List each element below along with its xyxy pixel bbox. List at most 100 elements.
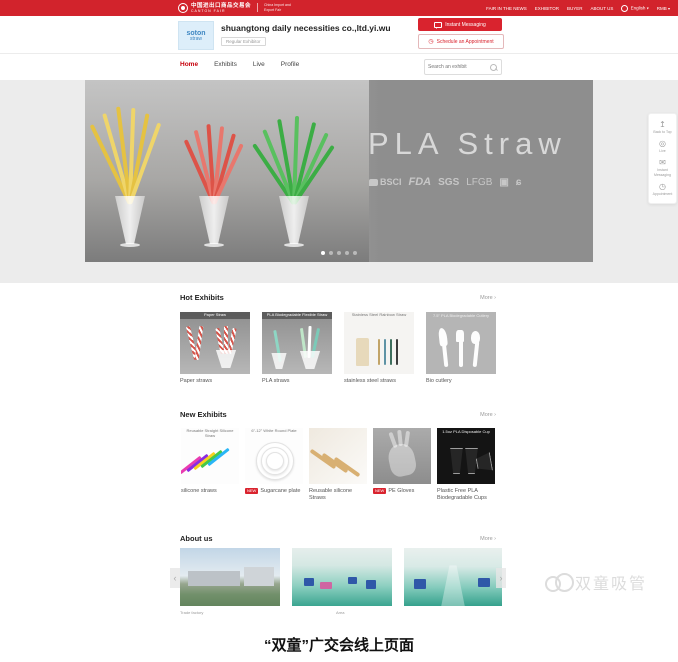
logo-english-text: CANTON FAIR <box>191 9 251 13</box>
product-caption: Paper straws <box>180 378 250 385</box>
about-photo-workshop-1[interactable] <box>292 548 392 606</box>
product-caption: Reusable silicone Straws <box>309 488 367 502</box>
appointment-sidebar-button[interactable]: ◷ Appointment <box>652 180 674 199</box>
product-overlay-title: 7.5" PLA Biodegradable Cutlery <box>426 314 496 319</box>
company-logo-text-bottom: straw <box>190 37 202 42</box>
live-button[interactable]: ◎ Live <box>658 137 667 156</box>
glass-cup <box>113 196 147 244</box>
clock-icon: ◷ <box>659 183 666 191</box>
carousel-dot[interactable] <box>329 251 333 255</box>
product-card-silicone-straw[interactable]: Reusable Straight Silicone Straw silicon… <box>181 428 239 502</box>
instant-messaging-button[interactable]: Instant Messaging <box>418 18 502 31</box>
glass-cup <box>277 196 311 244</box>
chevron-down-icon: ▾ <box>647 5 649 10</box>
about-us-more-link[interactable]: More › <box>480 536 496 542</box>
product-overlay-title: 6"-12" White Round Plate <box>245 429 303 434</box>
carousel-dot[interactable] <box>345 251 349 255</box>
search-input[interactable] <box>425 64 490 70</box>
straw-glass-red <box>197 98 267 248</box>
product-image: 7.5" PLA Biodegradable Cutlery <box>426 312 496 374</box>
straw-glass-green <box>277 98 347 248</box>
currency-selector[interactable]: RMB ▾ <box>657 6 670 11</box>
canton-fair-booth-page: 中国进出口商品交易会 CANTON FAIR China Import and … <box>0 0 678 662</box>
exhibitor-badge: Regular Exhibitor <box>221 37 266 46</box>
product-card-pla-straw[interactable]: PLA Biodegradable Flexible Straw PLA str… <box>262 312 332 385</box>
glass-cup <box>197 196 231 244</box>
glass-foot <box>120 243 140 247</box>
canton-fair-logo[interactable]: 中国进出口商品交易会 CANTON FAIR China Import and … <box>178 3 291 13</box>
glass-cup <box>214 350 238 368</box>
cert-bsci: BSCI <box>369 177 402 187</box>
carousel-dot[interactable] <box>353 251 357 255</box>
instant-messaging-sidebar-button[interactable]: ✉ Instant Messaging <box>649 156 676 179</box>
topbar-menu-exhibitor[interactable]: EXHIBITOR <box>535 6 559 11</box>
nav-tab-live[interactable]: Live <box>253 61 265 68</box>
new-exhibits-more-link[interactable]: More › <box>480 412 496 418</box>
carousel-dots <box>321 251 357 255</box>
back-to-top-button[interactable]: ↥ Back to Top <box>652 118 672 137</box>
instant-messaging-label: Instant Messaging <box>445 22 486 28</box>
product-card-cutlery[interactable]: 7.5" PLA Biodegradable Cutlery Bio cutle… <box>426 312 496 385</box>
search-icon[interactable] <box>490 64 497 71</box>
hot-exhibits-section: Hot Exhibits More › Paper Straw Paper st… <box>0 283 678 398</box>
cert-fda: FDA <box>409 176 432 188</box>
certification-logos: BSCI FDA SGS LFGB <box>369 176 521 188</box>
hero-banner[interactable]: PLA Straw BSCI FDA SGS LFGB <box>85 80 593 262</box>
about-us-title: About us <box>180 534 213 543</box>
about-photo-caption: Trade factory <box>180 610 203 615</box>
schedule-appointment-button[interactable]: ◷ Schedule an Appointment <box>418 34 504 49</box>
carousel-left-arrow[interactable]: ‹ <box>170 568 180 588</box>
carousel-dot[interactable] <box>321 251 325 255</box>
product-card-paper-straw[interactable]: Paper Straw Paper straws <box>180 312 250 385</box>
chat-icon <box>434 22 442 28</box>
new-exhibits-section: New Exhibits More › Reusable Straight Si… <box>0 398 678 518</box>
nav-tab-exhibits[interactable]: Exhibits <box>214 61 237 68</box>
product-image: PLA Biodegradable Flexible Straw <box>262 312 332 374</box>
live-globe-icon: ◎ <box>659 140 666 148</box>
soton-panda-logo-icon <box>545 573 571 591</box>
logo-divider <box>257 3 258 12</box>
company-logo[interactable]: soton straw <box>178 21 214 50</box>
booth-navbar: Home Exhibits Live Profile <box>0 54 678 80</box>
product-image: 1.5oz PLA Disposable Cup <box>437 428 495 484</box>
product-caption: Bio cutlery <box>426 378 496 385</box>
cert-lfgb: LFGB <box>466 177 492 188</box>
product-card-pla-cup[interactable]: 1.5oz PLA Disposable Cup Plastic Free PL… <box>437 428 495 502</box>
carousel-right-arrow[interactable]: › <box>496 568 506 588</box>
product-image <box>373 428 431 484</box>
hot-exhibits-title: Hot Exhibits <box>180 293 224 302</box>
booth-header: soton straw shuangtong daily necessities… <box>0 16 678 54</box>
topbar-menu-fair-news[interactable]: FAIR IN THE NEWS <box>486 6 527 11</box>
product-overlay-title: Paper Straw <box>180 312 250 319</box>
product-card-reusable-straw[interactable]: Reusable silicone Straws <box>309 428 367 502</box>
floating-toolbar: ↥ Back to Top ◎ Live ✉ Instant Messaging… <box>648 113 677 204</box>
product-card-plate[interactable]: 6"-12" White Round Plate NEW Sugarcane p… <box>245 428 303 502</box>
product-card-steel-straw[interactable]: Stainless Steel Rainbow Straw stainless … <box>344 312 414 385</box>
topbar-menu-buyer[interactable]: BUYER <box>567 6 583 11</box>
carousel-dot[interactable] <box>337 251 341 255</box>
nav-tab-home[interactable]: Home <box>180 61 198 68</box>
hot-exhibits-more-link[interactable]: More › <box>480 295 496 301</box>
about-photo-workshop-2[interactable] <box>404 548 502 606</box>
product-caption: silicone straws <box>181 488 239 495</box>
straw-pouch <box>356 338 369 366</box>
language-selector[interactable]: English ▾ <box>621 5 648 12</box>
about-photo-factory-exterior[interactable] <box>180 548 280 606</box>
new-badge: NEW <box>245 488 258 494</box>
search-box[interactable] <box>424 59 502 75</box>
logo-side-line2: Export Fair <box>264 8 291 13</box>
product-card-pe-gloves[interactable]: NEW PE Gloves <box>373 428 431 502</box>
arrow-up-icon: ↥ <box>659 121 666 129</box>
product-overlay-title: 1.5oz PLA Disposable Cup <box>437 430 495 435</box>
glass-cup <box>298 351 322 369</box>
about-photo-caption: Area <box>336 610 344 615</box>
factory-aisle <box>441 565 465 606</box>
screenshot-caption: “双童”广交会线上页面 <box>0 634 678 655</box>
topbar-menu-about-us[interactable]: ABOUT US <box>590 6 613 11</box>
watermark-text: 双童吸管 <box>575 570 647 594</box>
topbar-menu: FAIR IN THE NEWS EXHIBITOR BUYER ABOUT U… <box>486 5 670 12</box>
nav-tab-profile[interactable]: Profile <box>281 61 299 68</box>
product-image <box>309 428 367 484</box>
product-image: Paper Straw <box>180 312 250 374</box>
cert-sgs: SGS <box>438 177 459 188</box>
